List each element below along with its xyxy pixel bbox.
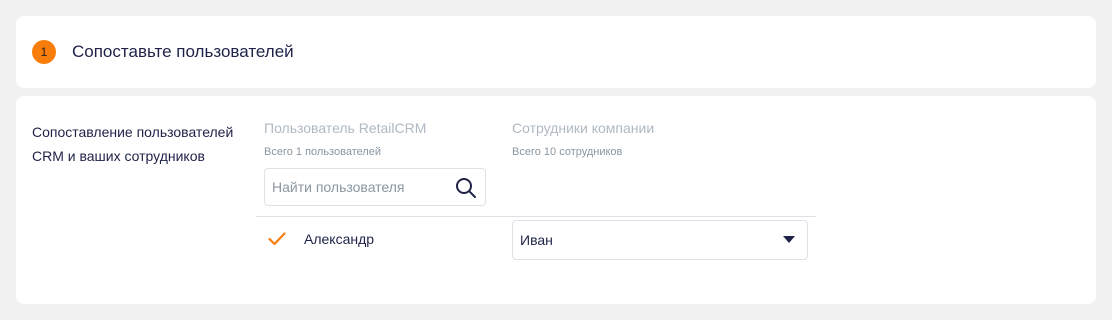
employees-column-title: Сотрудники компании [512,120,655,136]
user-mapping-card: Сопоставление пользователей CRM и ваших … [16,96,1096,304]
user-search [264,168,486,206]
caret-down-icon [783,236,795,243]
step-header-card: 1 Сопоставьте пользователей [16,16,1096,88]
users-column-title: Пользователь RetailCRM [264,120,427,136]
table-divider [256,216,816,217]
check-icon [268,232,286,246]
search-input[interactable] [265,169,452,205]
mapping-description: Сопоставление пользователей CRM и ваших … [32,124,234,164]
employees-count: Всего 10 сотрудников [512,146,623,158]
employee-select-value: Иван [520,232,553,248]
user-name: Александр [304,231,375,247]
users-count: Всего 1 пользователей [264,146,382,158]
search-icon[interactable] [455,177,477,199]
step-title: Сопоставьте пользователей [72,42,294,61]
employee-select[interactable]: Иван [512,220,808,260]
step-number-badge: 1 [32,40,56,64]
